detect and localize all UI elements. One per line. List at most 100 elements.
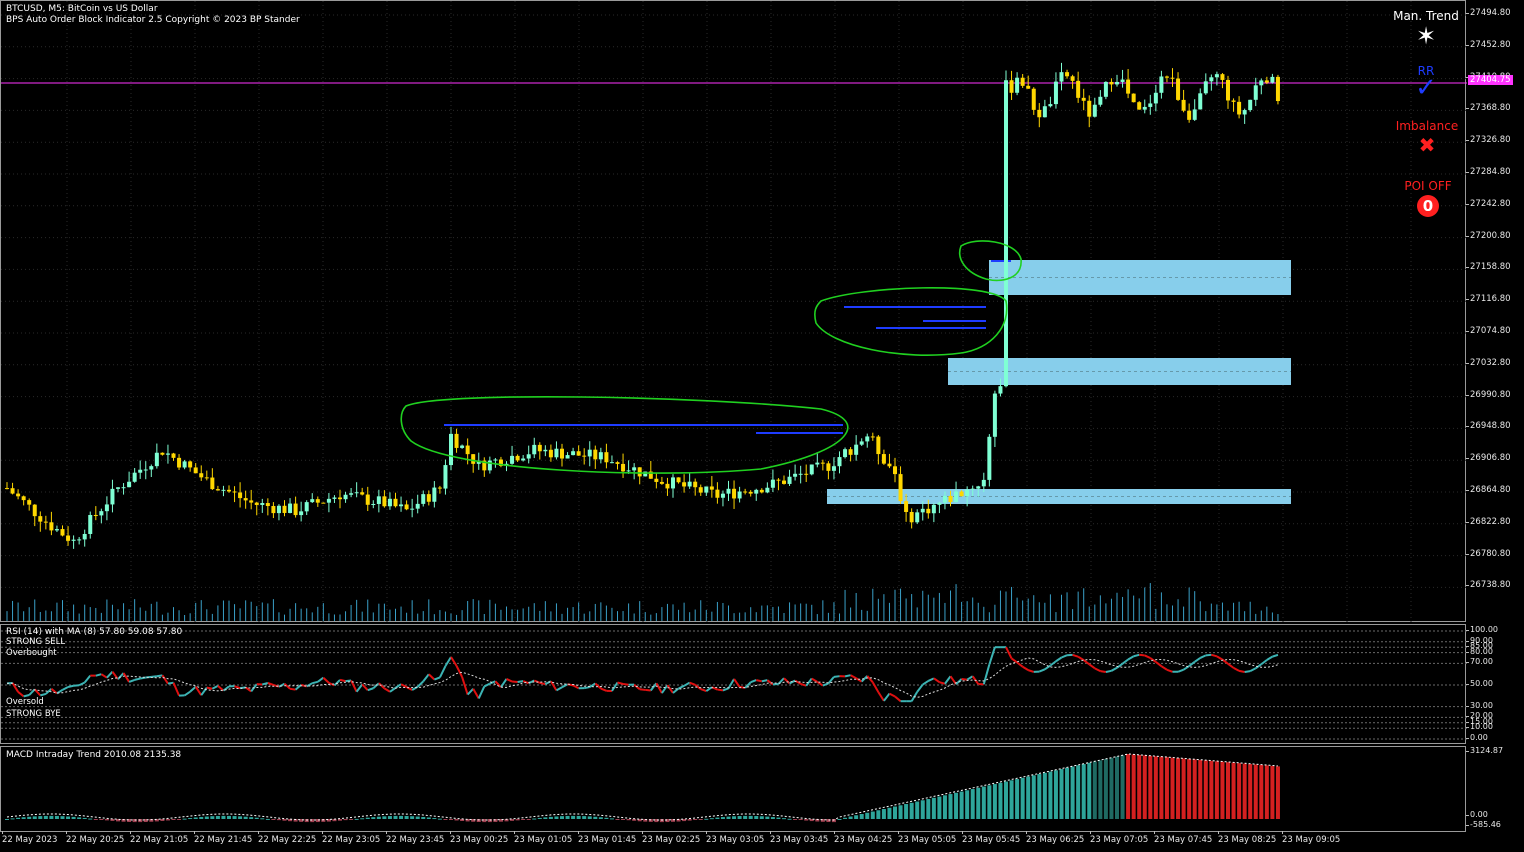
candle-body xyxy=(1087,100,1092,117)
rsi-tick-label: 50.00 xyxy=(1466,679,1493,688)
bearish-candle xyxy=(1126,69,1131,99)
rsi-line-segment xyxy=(727,678,735,689)
bearish-candle xyxy=(848,447,853,462)
macd-histogram-bar xyxy=(104,819,109,821)
time-tick-label: 22 May 2023 xyxy=(2,831,58,845)
macd-histogram-bar xyxy=(1109,757,1114,819)
macd-histogram-bar xyxy=(881,809,886,819)
candle-body xyxy=(632,467,637,471)
candle-body xyxy=(360,492,365,495)
bullish-candle xyxy=(571,447,576,456)
macd-histogram-bar xyxy=(526,819,531,820)
rsi-line-segment xyxy=(678,684,685,690)
macd-histogram-bar xyxy=(349,819,354,820)
rr-widget[interactable]: RR ✓ xyxy=(1396,64,1456,101)
candle-body xyxy=(1026,85,1031,89)
macd-histogram-bar xyxy=(232,816,237,819)
rsi-line-segment xyxy=(506,678,513,683)
bullish-candle xyxy=(149,464,154,478)
candle-body xyxy=(376,496,381,504)
bullish-candle xyxy=(770,469,775,493)
bullish-candle xyxy=(843,447,848,459)
rsi-pane[interactable]: RSI (14) with MA (8) 57.80 59.08 57.80 S… xyxy=(0,624,1467,744)
candle-body xyxy=(920,508,925,513)
bearish-candle xyxy=(1275,74,1280,105)
macd-histogram-bar xyxy=(160,819,165,821)
price-tick-label: 27200.80 xyxy=(1466,230,1511,241)
macd-histogram-bar xyxy=(1159,756,1164,819)
rsi-line-segment xyxy=(600,687,607,692)
macd-histogram-bar xyxy=(1115,756,1119,819)
poi-widget[interactable]: POI OFF 0 xyxy=(1396,179,1460,217)
macd-histogram-bar xyxy=(338,819,342,821)
macd-histogram-bar xyxy=(560,816,564,819)
price-tick-label: 27032.80 xyxy=(1466,357,1511,368)
macd-histogram-bar xyxy=(410,816,415,819)
rsi-line-segment xyxy=(322,677,330,684)
candle-body xyxy=(1120,79,1125,82)
candle-body xyxy=(848,449,853,455)
candle-body xyxy=(1053,81,1058,105)
rsi-tick-label: 10.00 xyxy=(1466,722,1493,732)
manual-trend-widget[interactable]: Man. Trend ✶ xyxy=(1381,9,1471,49)
rsi-line-segment xyxy=(1133,653,1140,658)
candle-body xyxy=(182,461,187,468)
rsi-line-segment xyxy=(916,683,924,693)
macd-histogram-bar xyxy=(1065,767,1070,819)
rsi-line-segment xyxy=(62,686,69,691)
bullish-candle xyxy=(343,491,348,503)
candle-body xyxy=(992,393,997,437)
price-chart-pane[interactable]: BTCUSD, M5: BitCoin vs US Dollar BPS Aut… xyxy=(0,0,1467,623)
rsi-line-segment xyxy=(422,673,430,682)
rsi-line-segment xyxy=(1244,670,1251,674)
macd-histogram-bar xyxy=(759,816,764,819)
rsi-line-segment xyxy=(733,678,741,688)
price-chart-canvas[interactable] xyxy=(1,1,1467,623)
bearish-candle xyxy=(676,477,681,484)
bearish-candle xyxy=(454,428,459,453)
macd-histogram-bar xyxy=(965,790,970,819)
time-tick-label: 23 May 01:45 xyxy=(578,831,637,845)
bearish-candle xyxy=(1137,101,1142,110)
bullish-candle xyxy=(421,490,426,507)
bullish-candle xyxy=(915,509,920,524)
candle-body xyxy=(743,491,748,493)
rsi-line-segment xyxy=(1272,653,1279,658)
rsi-line-segment xyxy=(594,682,602,690)
rsi-line-segment xyxy=(1105,669,1112,674)
price-tick-label: 27284.80 xyxy=(1466,167,1511,177)
macd-histogram-bar xyxy=(515,819,520,821)
candle-body xyxy=(626,470,631,472)
rsi-line-segment xyxy=(539,681,546,686)
bullish-candle xyxy=(82,529,87,547)
bearish-candle xyxy=(782,475,786,485)
macd-histogram-bar xyxy=(521,819,526,820)
bearish-candle xyxy=(693,478,698,496)
bearish-candle xyxy=(254,501,259,516)
bullish-candle xyxy=(920,501,925,521)
price-axis[interactable]: 27494.8027452.8027410.8027368.8027326.80… xyxy=(1466,0,1524,622)
candle-body xyxy=(165,453,170,455)
bullish-candle xyxy=(138,460,143,479)
macd-histogram-bar xyxy=(71,816,76,819)
price-tick-label: 27368.80 xyxy=(1466,103,1511,114)
bullish-candle xyxy=(737,486,742,503)
candle-body xyxy=(615,462,620,464)
bullish-candle xyxy=(543,445,548,457)
candle-body xyxy=(1275,76,1280,102)
macd-histogram-bar xyxy=(1275,766,1280,819)
macd-histogram-bar xyxy=(837,819,842,820)
bearish-candle xyxy=(32,504,37,527)
bearish-candle xyxy=(43,515,48,530)
bearish-candle xyxy=(210,468,215,490)
candle-body xyxy=(565,455,570,459)
imbalance-widget[interactable]: Imbalance ✖ xyxy=(1391,119,1463,157)
rsi-line-segment xyxy=(811,677,818,683)
macd-histogram-bar xyxy=(926,799,931,819)
rsi-line-segment xyxy=(661,684,669,694)
macd-pane[interactable]: MACD Intraday Trend 2010.08 2135.38 xyxy=(0,746,1466,832)
time-axis[interactable]: 22 May 2023 22 May 20:25 22 May 21:05 22 Ma… xyxy=(0,831,1466,852)
candle-body xyxy=(637,467,642,477)
macd-histogram-bar xyxy=(165,819,170,821)
candle-body xyxy=(1081,97,1086,101)
